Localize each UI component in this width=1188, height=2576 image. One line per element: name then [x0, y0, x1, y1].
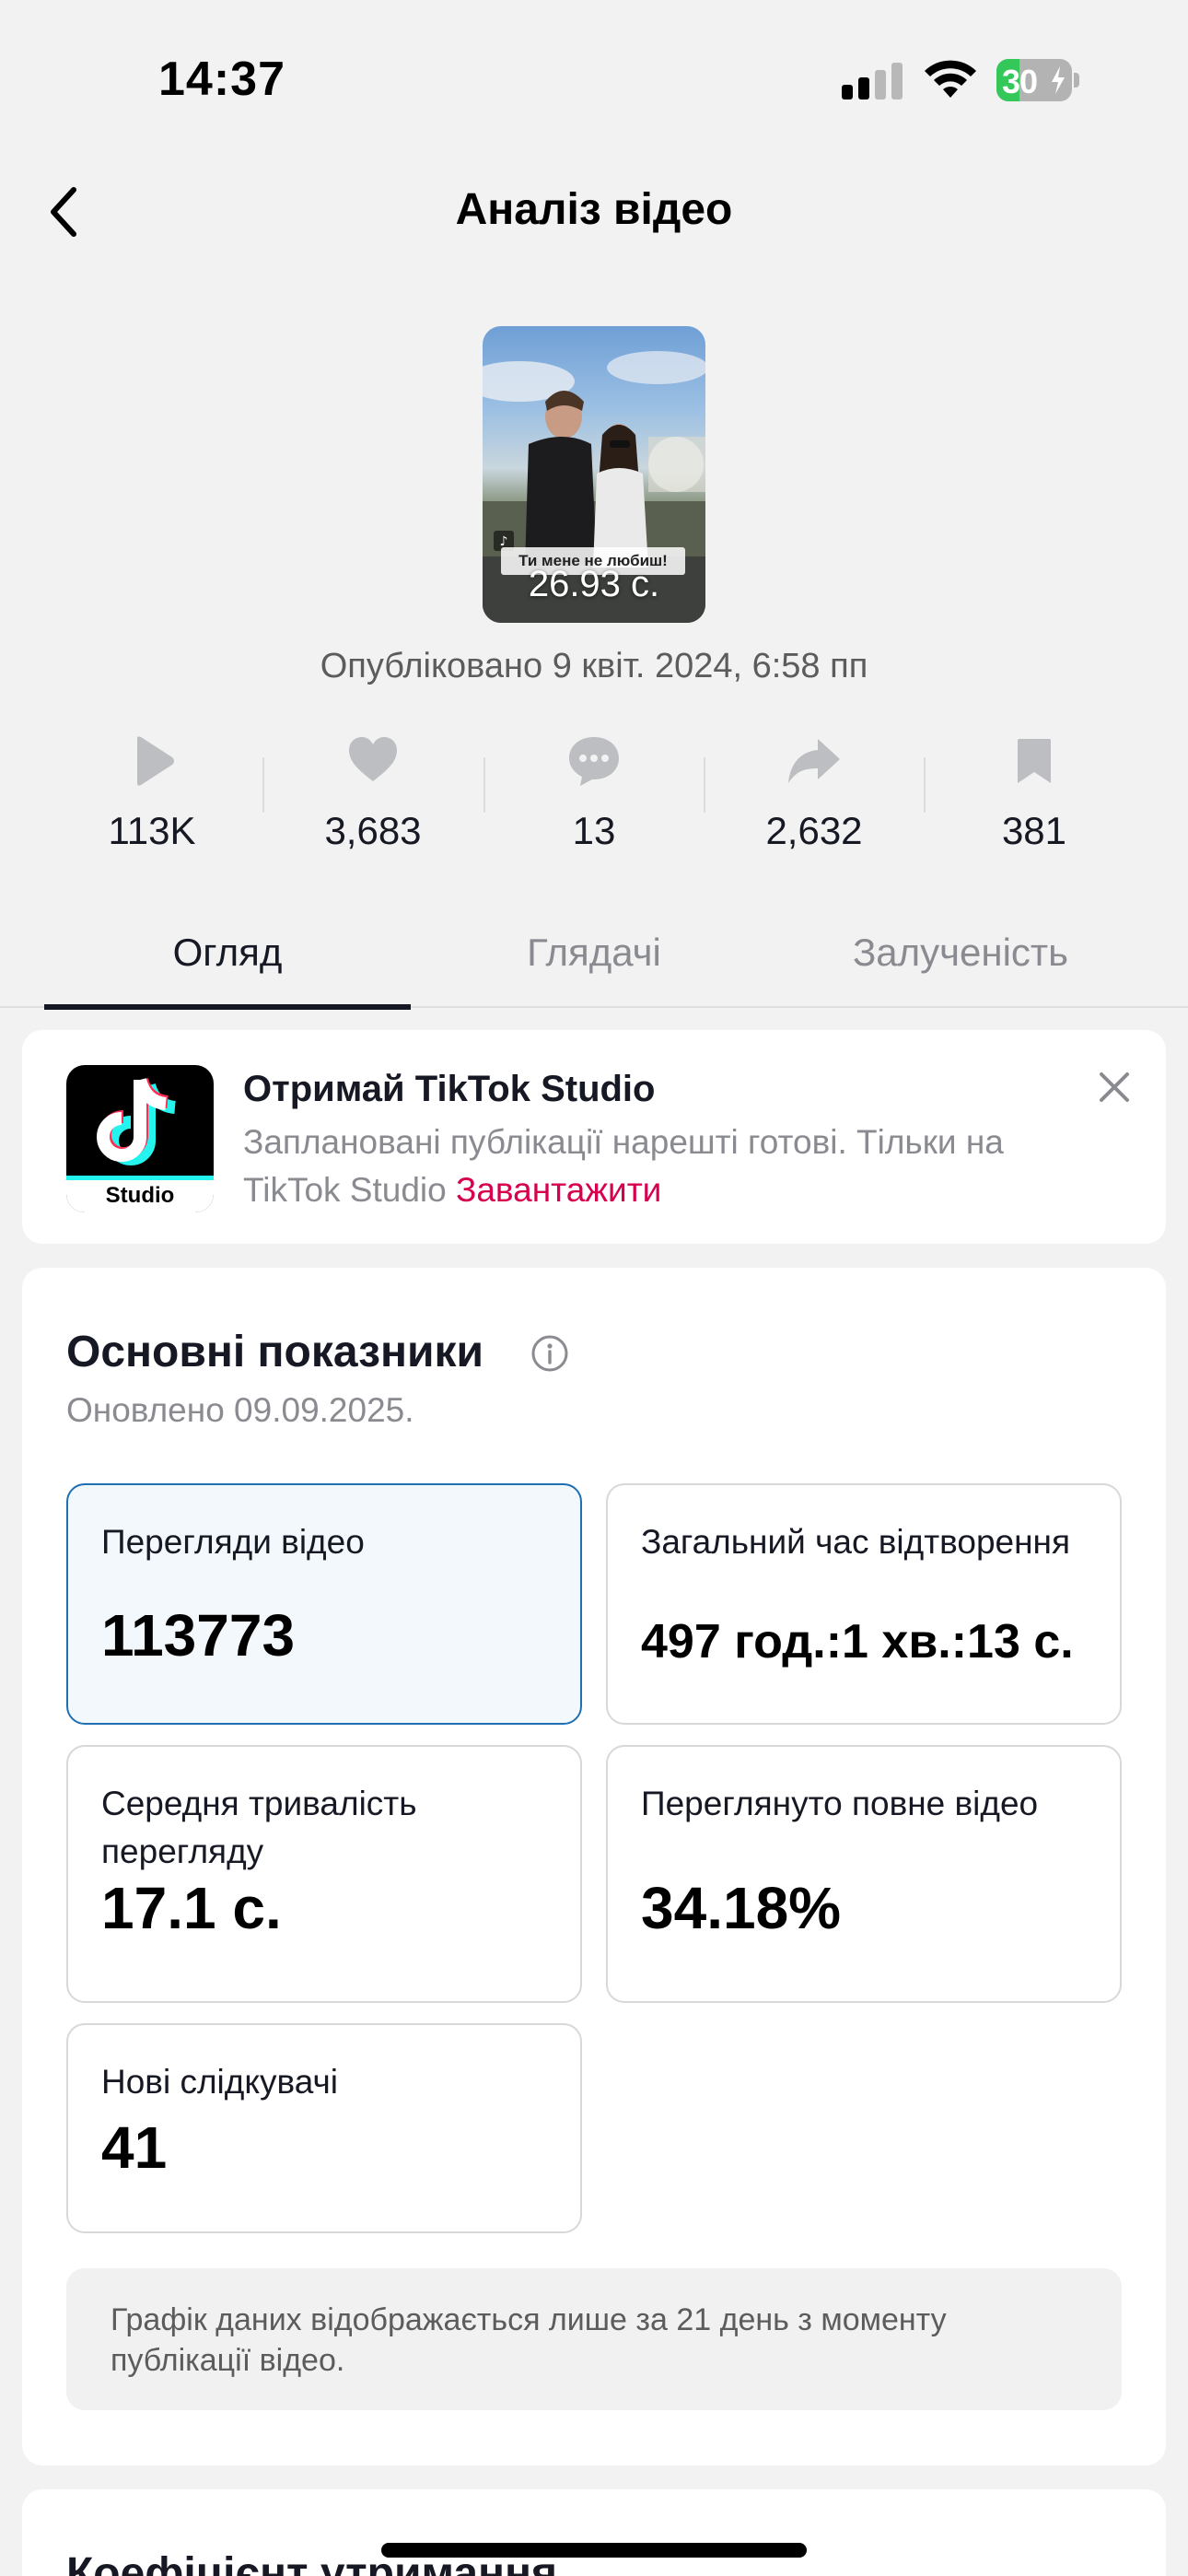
play-icon [137, 736, 174, 786]
metric-value: 34.18% [641, 1875, 842, 1941]
stat-views-value: 113K [108, 809, 196, 852]
tab-engagement[interactable]: Залученість [777, 912, 1144, 1004]
stat-shares-value: 2,632 [765, 809, 863, 852]
tiktok-note-icon [97, 1077, 177, 1165]
promo-title: Отримай TikTok Studio [243, 1069, 656, 1109]
metric-label: Переглянуто повне відео [641, 1785, 1039, 1822]
stat-comments-value: 13 [572, 809, 616, 852]
cellular-signal-icon [842, 61, 904, 100]
metric-tile-new-followers[interactable]: Нові слідкувачі 41 [66, 2023, 582, 2233]
comment-icon [569, 737, 619, 786]
video-duration: 26.93 с. [528, 564, 660, 604]
video-thumbnail[interactable]: ♪ Ти мене не любиш! 26.93 с. [483, 326, 705, 623]
page-title: Аналіз відео [455, 185, 733, 234]
tab-overview[interactable]: Огляд [44, 912, 411, 1010]
bookmark-icon [1018, 739, 1051, 783]
battery-icon: 30 [996, 59, 1079, 101]
status-time: 14:37 [158, 53, 285, 106]
metric-tile-video-views[interactable]: Перегляди відео 113773 [66, 1483, 582, 1725]
analytics-tabs: Огляд Глядачі Залученість [0, 912, 1188, 1010]
metric-tile-total-watch-time[interactable]: Загальний час відтворення 497 год.:1 хв.… [606, 1483, 1122, 1725]
metric-label: Нові слідкувачі [101, 2063, 338, 2101]
stat-likes: 3,683 [262, 733, 483, 872]
key-metrics-card: Основні показники Оновлено 09.09.2025. П… [22, 1268, 1166, 2465]
tiktok-studio-promo: Studio Отримай TikTok Studio Заплановані… [22, 1030, 1166, 1244]
data-availability-note: Графік даних відображається лише за 21 д… [66, 2268, 1122, 2410]
close-icon[interactable] [1090, 1063, 1138, 1111]
info-icon[interactable] [530, 1334, 569, 1373]
metrics-title: Основні показники [66, 1328, 484, 1376]
stat-saves-value: 381 [1001, 809, 1067, 852]
retention-rate-card: Коефіцієнт утримання [22, 2489, 1166, 2576]
metric-label: Середня тривалість перегляду [101, 1785, 417, 1870]
metric-tile-average-watch-time[interactable]: Середня тривалість перегляду 17.1 с. [66, 1745, 582, 2003]
note-text: Графік даних відображається лише за 21 д… [111, 2302, 947, 2378]
publish-date: Опубліковано 9 квіт. 2024, 6:58 пп [320, 647, 868, 685]
metric-value: 41 [101, 2114, 168, 2181]
metric-value: 113773 [101, 1602, 296, 1669]
stat-shares: 2,632 [704, 733, 925, 872]
charging-bolt-icon [1052, 66, 1065, 94]
tiktok-studio-logo: Studio [66, 1065, 214, 1212]
heart-icon [349, 737, 397, 781]
stat-comments: 13 [483, 733, 705, 872]
metric-label: Перегляди відео [101, 1523, 365, 1561]
studio-label: Studio [105, 1183, 175, 1208]
metric-label: Загальний час відтворення [641, 1523, 1071, 1561]
metric-value: 17.1 с. [101, 1875, 282, 1941]
home-indicator[interactable] [381, 2543, 807, 2558]
stat-views: 113K [41, 733, 262, 872]
wifi-icon [925, 60, 976, 98]
promo-text: Заплановані публікації нарешті готові. Т… [243, 1118, 1109, 1214]
share-icon [788, 739, 840, 783]
metric-tile-full-video-watched[interactable]: Переглянуто повне відео 34.18% [606, 1745, 1122, 2003]
stat-likes-value: 3,683 [324, 809, 422, 852]
stat-saves: 381 [924, 733, 1145, 872]
tab-viewers[interactable]: Глядачі [411, 912, 777, 1004]
metric-value: 497 год.:1 хв.:13 с. [641, 1615, 1074, 1669]
download-link[interactable]: Завантажити [456, 1171, 661, 1209]
battery-percent: 30 [1002, 63, 1038, 100]
status-bar: 14:37 30 [0, 0, 1188, 157]
metrics-updated: Оновлено 09.09.2025. [66, 1391, 414, 1429]
